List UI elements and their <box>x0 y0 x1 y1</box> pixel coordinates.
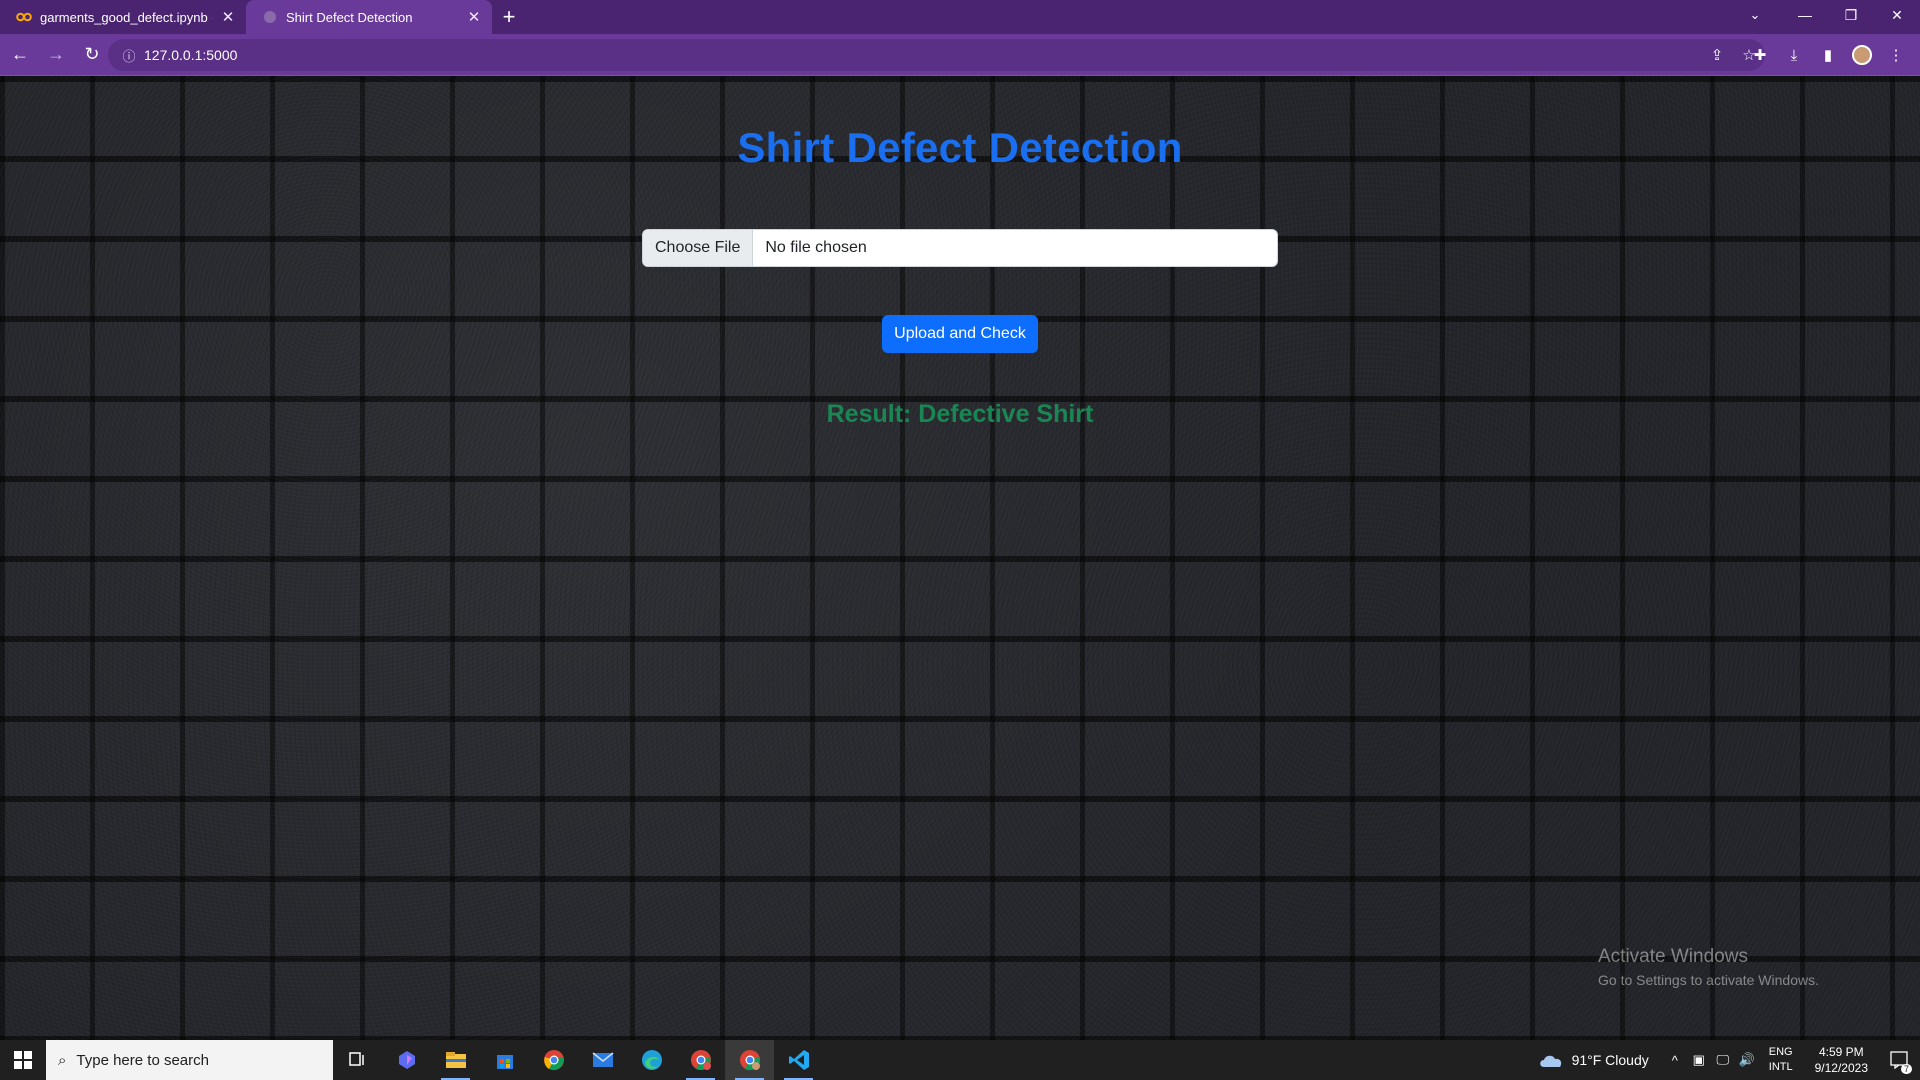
chrome-active-icon[interactable] <box>725 1040 774 1080</box>
page-title: Shirt Defect Detection <box>737 124 1183 171</box>
upload-and-check-button[interactable]: Upload and Check <box>882 315 1038 353</box>
tab-shirt-defect[interactable]: Shirt Defect Detection ✕ <box>246 0 492 34</box>
vscode-icon[interactable] <box>774 1040 823 1080</box>
reload-icon[interactable]: ↻ <box>76 39 108 71</box>
microsoft-store-icon[interactable] <box>480 1040 529 1080</box>
close-tab-icon[interactable]: ✕ <box>466 9 482 26</box>
tab-strip: garments_good_defect.ipynb - Co ✕ Shirt … <box>0 0 1920 34</box>
notification-center-icon[interactable]: 7 <box>1880 1040 1920 1080</box>
search-icon: ⌕ <box>58 1051 67 1069</box>
close-tab-icon[interactable]: ✕ <box>220 9 236 26</box>
watermark-title: Activate Windows <box>1598 946 1748 967</box>
minimize-icon[interactable]: — <box>1782 0 1828 30</box>
lang-bottom: INTL <box>1768 1061 1793 1073</box>
language-indicator[interactable]: ENG INTL <box>1769 1045 1793 1075</box>
copilot-icon[interactable] <box>382 1040 431 1080</box>
extensions-puzzle-icon[interactable]: ✚ <box>1744 39 1776 71</box>
profile-avatar[interactable] <box>1852 45 1872 65</box>
windows-taskbar: ⌕ Type here to search 91°F Cloudy ^ ▣ 🖵 <box>0 1040 1920 1080</box>
restore-icon[interactable]: ❐ <box>1828 0 1874 30</box>
chrome-icon[interactable] <box>529 1040 578 1080</box>
new-tab-button[interactable]: + <box>492 0 526 34</box>
colab-icon <box>16 9 32 25</box>
clock-date: 9/12/2023 <box>1814 1061 1868 1075</box>
network-icon[interactable]: 🖵 <box>1711 1052 1735 1068</box>
edge-icon[interactable] <box>627 1040 676 1080</box>
side-panel-icon[interactable]: ▮ <box>1812 39 1844 71</box>
tab-title: Shirt Defect Detection <box>286 9 413 25</box>
file-status-text: No file chosen <box>765 239 867 256</box>
mail-icon[interactable] <box>578 1040 627 1080</box>
file-input[interactable]: Choose File No file chosen <box>642 229 1278 267</box>
close-window-icon[interactable]: ✕ <box>1874 0 1920 30</box>
weather-widget[interactable]: 91°F Cloudy <box>1538 1052 1649 1068</box>
more-menu-icon[interactable]: ⋮ <box>1880 39 1912 71</box>
browser-toolbar: ← → ↻ ⓘ 127.0.0.1:5000 ⇪ ☆ ✚ ⤓ ▮ ⋮ <box>0 34 1920 76</box>
chrome-profile-icon[interactable] <box>676 1040 725 1080</box>
tab-title: garments_good_defect.ipynb - Co <box>40 9 212 25</box>
choose-file-button[interactable]: Choose File <box>643 230 754 266</box>
notification-count: 7 <box>1900 1064 1912 1074</box>
result-text: Result: Defective Shirt <box>826 400 1094 428</box>
clock-time: 4:59 PM <box>1818 1045 1864 1059</box>
volume-icon[interactable]: 🔊 <box>1735 1052 1759 1068</box>
address-bar[interactable]: ⓘ 127.0.0.1:5000 ⇪ ☆ <box>108 39 1765 71</box>
weather-text: 91°F Cloudy <box>1571 1052 1649 1068</box>
taskbar-search-box[interactable]: ⌕ Type here to search <box>46 1040 333 1080</box>
globe-icon <box>262 9 278 25</box>
url-text[interactable]: 127.0.0.1:5000 <box>144 47 1701 63</box>
system-tray: 91°F Cloudy ^ ▣ 🖵 🔊 ENG INTL 4:59 PM 9/1… <box>1538 1040 1920 1080</box>
tab-colab[interactable]: garments_good_defect.ipynb - Co ✕ <box>0 0 246 34</box>
tab-search-chevron-icon[interactable]: ⌄ <box>1732 0 1778 30</box>
share-icon[interactable]: ⇪ <box>1701 39 1733 71</box>
back-arrow-icon[interactable]: ← <box>4 39 36 71</box>
windows-start-icon[interactable] <box>0 1040 46 1080</box>
site-info-icon[interactable]: ⓘ <box>114 46 144 65</box>
watermark-subtitle: Go to Settings to activate Windows. <box>1598 972 1819 988</box>
forward-arrow-icon[interactable]: → <box>40 39 72 71</box>
cloud-icon <box>1539 1055 1561 1067</box>
activate-windows-watermark: Activate Windows Go to Settings to activ… <box>1598 946 1819 988</box>
meet-now-icon[interactable]: ▣ <box>1687 1052 1711 1068</box>
clock[interactable]: 4:59 PM 9/12/2023 <box>1815 1044 1868 1076</box>
show-hidden-icons-chevron-icon[interactable]: ^ <box>1663 1053 1687 1068</box>
page-background: Shirt Defect Detection Choose File No fi… <box>0 76 1920 1040</box>
file-explorer-icon[interactable] <box>431 1040 480 1080</box>
lang-top: ENG <box>1768 1046 1793 1058</box>
download-icon[interactable]: ⤓ <box>1778 39 1810 71</box>
task-view-icon[interactable] <box>333 1040 382 1080</box>
search-placeholder: Type here to search <box>76 1051 209 1069</box>
